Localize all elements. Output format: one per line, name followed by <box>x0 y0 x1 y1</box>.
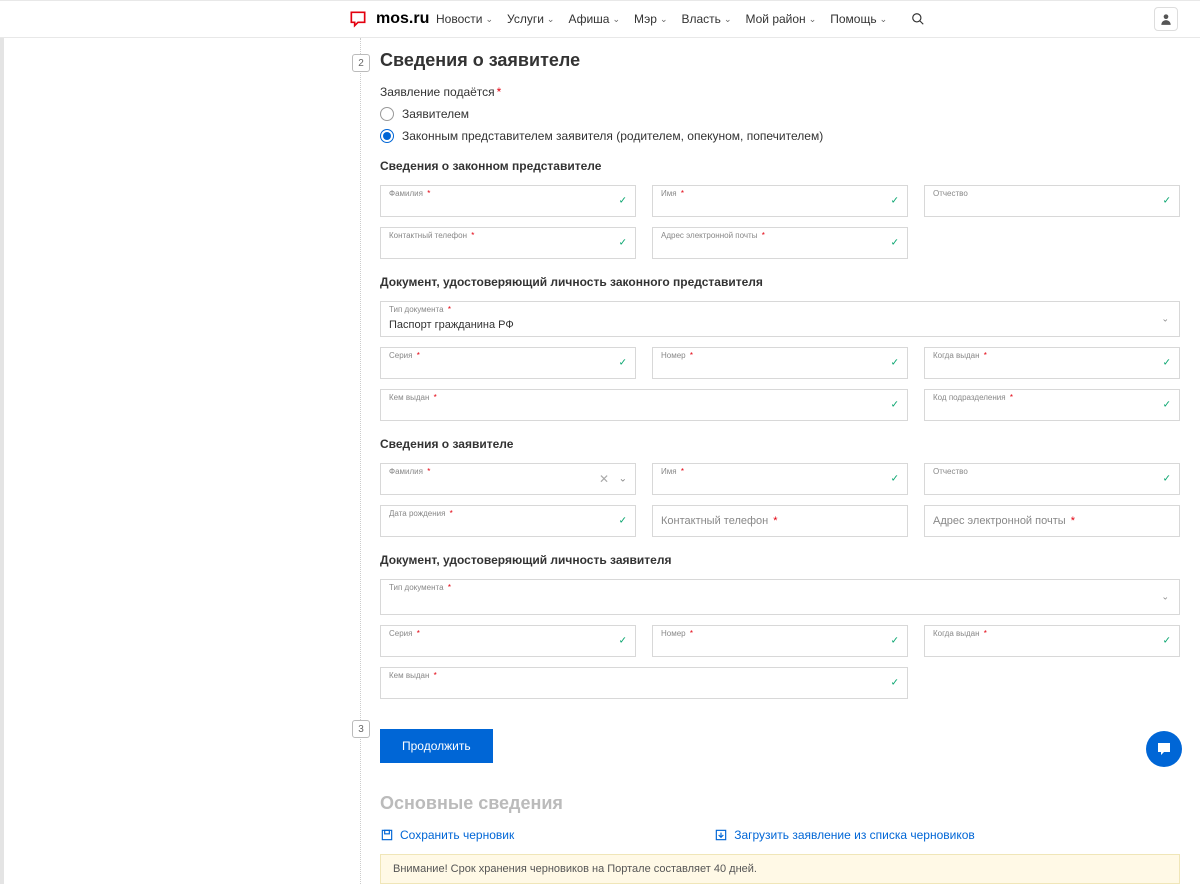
nav-afisha[interactable]: Афиша⌄ <box>568 12 620 26</box>
load-icon <box>714 828 728 842</box>
logo-text: mos.ru <box>376 10 429 28</box>
search-icon[interactable] <box>911 12 925 26</box>
app-issued-by-field[interactable]: Кем выдан *✓ <box>380 667 908 699</box>
radio-applicant[interactable]: Заявителем <box>380 107 1180 121</box>
logo[interactable]: mos.ru <box>348 9 429 29</box>
step-3-badge: 3 <box>352 720 370 738</box>
check-icon: ✓ <box>1163 358 1171 369</box>
save-icon <box>380 828 394 842</box>
chevron-down-icon: ⌄ <box>724 14 732 25</box>
nav-district[interactable]: Мой район⌄ <box>745 12 816 26</box>
user-menu[interactable] <box>1154 7 1178 31</box>
chat-icon <box>1155 740 1173 758</box>
dob-field[interactable]: Дата рождения *✓ <box>380 505 636 537</box>
doc-app-head: Документ, удостоверяющий личность заявит… <box>380 553 1180 567</box>
step-2-badge: 2 <box>352 54 370 72</box>
chevron-down-icon: ⌄ <box>1161 592 1169 603</box>
chevron-down-icon: ⌄ <box>485 14 493 25</box>
warning-banner: Внимание! Срок хранения черновиков на По… <box>380 854 1180 884</box>
doctype-select[interactable]: Тип документа * Паспорт гражданина РФ ⌄ <box>380 301 1180 337</box>
app-phone-field[interactable]: Контактный телефон * <box>652 505 908 537</box>
issued-by-field[interactable]: Кем выдан *✓ <box>380 389 908 421</box>
chevron-down-icon: ⌄ <box>1161 314 1169 325</box>
nav-news[interactable]: Новости⌄ <box>436 12 493 26</box>
check-icon: ✓ <box>1163 400 1171 411</box>
check-icon: ✓ <box>891 400 899 411</box>
chevron-down-icon: ⌄ <box>619 474 627 485</box>
logo-icon <box>348 9 368 29</box>
app-number-field[interactable]: Номер *✓ <box>652 625 908 657</box>
app-firstname-field[interactable]: Имя *✓ <box>652 463 908 495</box>
rep-section-head: Сведения о законном представителе <box>380 159 1180 173</box>
check-icon: ✓ <box>619 238 627 249</box>
chevron-down-icon: ⌄ <box>880 14 888 25</box>
step-2-title: Сведения о заявителе <box>380 50 1180 71</box>
radio-icon <box>380 107 394 121</box>
save-draft-link[interactable]: Сохранить черновик <box>380 828 514 842</box>
step-line <box>360 38 361 884</box>
lastname-field[interactable]: Фамилия *✓ <box>380 185 636 217</box>
app-series-field[interactable]: Серия *✓ <box>380 625 636 657</box>
radio-icon <box>380 129 394 143</box>
nav-gov[interactable]: Власть⌄ <box>682 12 732 26</box>
nav-help[interactable]: Помощь⌄ <box>830 12 887 26</box>
phone-field[interactable]: Контактный телефон *✓ <box>380 227 636 259</box>
check-icon: ✓ <box>619 636 627 647</box>
main-content: 2 Сведения о заявителе Заявление подаётс… <box>4 38 1200 884</box>
filed-by-label: Заявление подаётся* <box>380 85 1180 99</box>
check-icon: ✓ <box>1163 636 1171 647</box>
issued-when-field[interactable]: Когда выдан *✓ <box>924 347 1180 379</box>
check-icon: ✓ <box>1163 474 1171 485</box>
clear-icon[interactable]: ✕ <box>599 472 609 486</box>
check-icon: ✓ <box>619 196 627 207</box>
app-doctype-select[interactable]: Тип документа * ⌄ <box>380 579 1180 615</box>
chevron-down-icon: ⌄ <box>809 14 817 25</box>
check-icon: ✓ <box>1163 196 1171 207</box>
nav-services[interactable]: Услуги⌄ <box>507 12 554 26</box>
app-email-field[interactable]: Адрес электронной почты * <box>924 505 1180 537</box>
main-nav: Новости⌄ Услуги⌄ Афиша⌄ Мэр⌄ Власть⌄ Мой… <box>436 12 925 26</box>
check-icon: ✓ <box>619 358 627 369</box>
check-icon: ✓ <box>891 678 899 689</box>
load-draft-link[interactable]: Загрузить заявление из списка черновиков <box>714 828 975 842</box>
chevron-down-icon: ⌄ <box>612 14 620 25</box>
chevron-down-icon: ⌄ <box>660 14 668 25</box>
app-issued-when-field[interactable]: Когда выдан *✓ <box>924 625 1180 657</box>
email-field[interactable]: Адрес электронной почты *✓ <box>652 227 908 259</box>
continue-button[interactable]: Продолжить <box>380 729 493 763</box>
app-lastname-field[interactable]: Фамилия *✕⌄ <box>380 463 636 495</box>
check-icon: ✓ <box>619 516 627 527</box>
number-field[interactable]: Номер *✓ <box>652 347 908 379</box>
nav-mayor[interactable]: Мэр⌄ <box>634 12 667 26</box>
check-icon: ✓ <box>891 358 899 369</box>
step-3-title: Основные сведения <box>380 793 1180 814</box>
middlename-field[interactable]: Отчество✓ <box>924 185 1180 217</box>
user-icon <box>1159 12 1173 26</box>
radio-representative[interactable]: Законным представителем заявителя (родит… <box>380 129 1180 143</box>
app-section-head: Сведения о заявителе <box>380 437 1180 451</box>
check-icon: ✓ <box>891 636 899 647</box>
check-icon: ✓ <box>891 196 899 207</box>
chat-button[interactable] <box>1146 731 1182 767</box>
check-icon: ✓ <box>891 474 899 485</box>
check-icon: ✓ <box>891 238 899 249</box>
firstname-field[interactable]: Имя *✓ <box>652 185 908 217</box>
doc-rep-head: Документ, удостоверяющий личность законн… <box>380 275 1180 289</box>
series-field[interactable]: Серия *✓ <box>380 347 636 379</box>
header: mos.ru Новости⌄ Услуги⌄ Афиша⌄ Мэр⌄ Влас… <box>0 0 1200 38</box>
filed-by-group: Заявителем Законным представителем заяви… <box>380 107 1180 143</box>
dept-code-field[interactable]: Код подразделения *✓ <box>924 389 1180 421</box>
app-middlename-field[interactable]: Отчество✓ <box>924 463 1180 495</box>
chevron-down-icon: ⌄ <box>547 14 555 25</box>
